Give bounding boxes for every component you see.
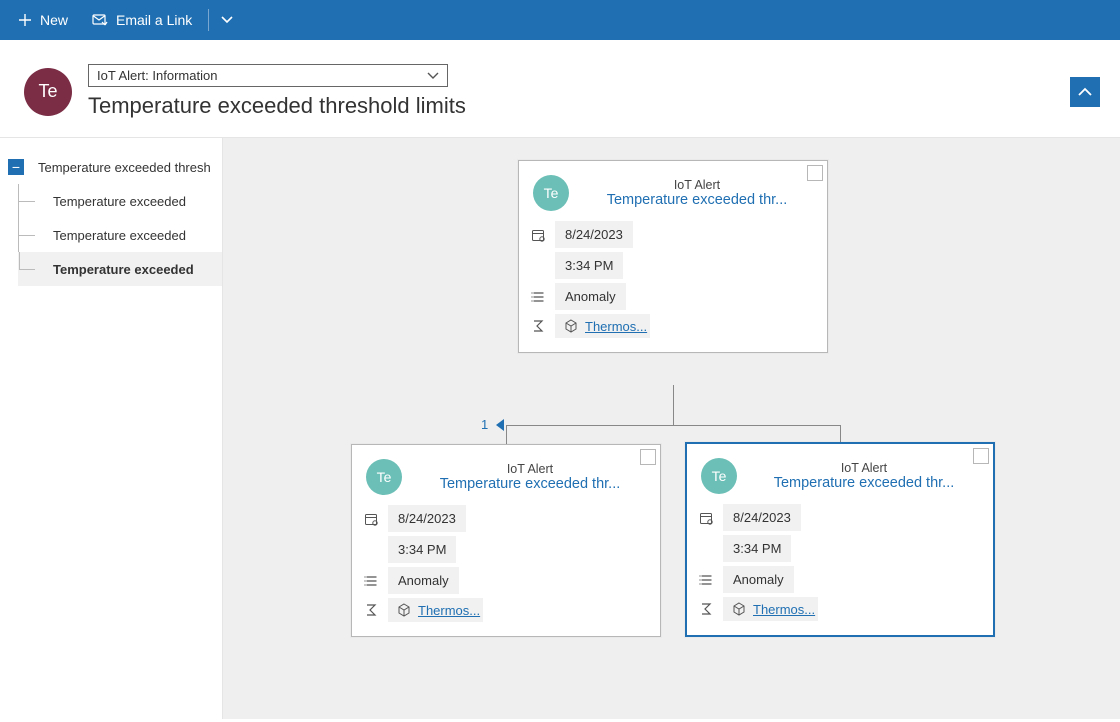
select-checkbox[interactable] [640,449,656,465]
card-date: 8/24/2023 [555,221,633,248]
hierarchy-card-parent[interactable]: Te IoT Alert Temperature exceeded thr...… [518,160,828,353]
tree-child-label: Temperature exceeded [47,228,186,243]
card-time: 3:34 PM [388,536,456,563]
sibling-count: 1 [481,417,488,432]
card-avatar-initials: Te [712,468,727,484]
card-title[interactable]: Temperature exceeded thr... [749,475,979,491]
card-row-device: Thermos... [697,595,983,623]
hierarchy-card-child-selected[interactable]: Te IoT Alert Temperature exceeded thr...… [685,442,995,637]
more-commands-button[interactable] [215,0,239,40]
tree-root[interactable]: − Temperature exceeded thresh [0,150,222,184]
new-button[interactable]: New [8,0,78,40]
card-date: 8/24/2023 [723,504,801,531]
card-row-category: Anomaly [529,281,817,312]
cube-icon [563,318,579,334]
card-avatar: Te [366,459,402,495]
card-entity-type: IoT Alert [749,461,979,475]
card-entity-type: IoT Alert [581,178,813,192]
tree-child[interactable]: Temperature exceeded [18,218,222,252]
card-device-link[interactable]: Thermos... [585,319,647,334]
collapse-icon[interactable]: − [8,159,24,175]
card-row-time: 3:34 PM [697,533,983,564]
sigma-icon [362,604,380,616]
list-icon [362,575,380,587]
cube-icon [396,602,412,618]
record-title: Temperature exceeded threshold limits [88,93,1054,119]
select-checkbox[interactable] [973,448,989,464]
card-entity-type: IoT Alert [414,462,646,476]
card-row-date: 8/24/2023 [362,503,650,534]
select-checkbox[interactable] [807,165,823,181]
list-icon [529,291,547,303]
tree-child[interactable]: Temperature exceeded [18,184,222,218]
list-icon [697,574,715,586]
page-left-icon[interactable] [496,419,504,431]
card-row-date: 8/24/2023 [697,502,983,533]
command-separator [208,9,209,31]
email-link-button[interactable]: Email a Link [82,0,202,40]
tree-child-label: Temperature exceeded [47,194,186,209]
sigma-icon [529,320,547,332]
connector [506,425,507,445]
email-link-label: Email a Link [116,12,192,28]
card-time: 3:34 PM [555,252,623,279]
connector [673,385,674,425]
card-device-pill: Thermos... [723,597,818,621]
card-title[interactable]: Temperature exceeded thr... [414,476,646,492]
calendar-icon [697,511,715,525]
sibling-pager: 1 [481,417,504,432]
sigma-icon [697,603,715,615]
card-avatar-initials: Te [377,469,392,485]
hierarchy-tree-pane: − Temperature exceeded thresh Temperatur… [0,138,223,719]
form-selector[interactable]: IoT Alert: Information [88,64,448,87]
hierarchy-canvas[interactable]: 1 Te IoT Alert Temperature exceeded thr.… [223,138,1120,719]
calendar-icon [529,228,547,242]
card-time: 3:34 PM [723,535,791,562]
tree-child[interactable]: Temperature exceeded [18,252,222,286]
card-device-pill: Thermos... [555,314,650,338]
card-device-link[interactable]: Thermos... [753,602,815,617]
card-row-time: 3:34 PM [362,534,650,565]
email-link-icon [92,14,108,26]
card-device-link[interactable]: Thermos... [418,603,480,618]
card-row-category: Anomaly [697,564,983,595]
hierarchy-card-child[interactable]: Te IoT Alert Temperature exceeded thr...… [351,444,661,637]
body: − Temperature exceeded thresh Temperatur… [0,137,1120,719]
card-category: Anomaly [388,567,459,594]
tree-root-label: Temperature exceeded thresh [32,160,211,175]
card-category: Anomaly [723,566,794,593]
card-row-device: Thermos... [529,312,817,340]
chevron-down-icon [221,16,233,24]
card-row-category: Anomaly [362,565,650,596]
chevron-up-icon [1078,87,1092,96]
command-bar: New Email a Link [0,0,1120,40]
card-category: Anomaly [555,283,626,310]
record-header: Te IoT Alert: Information Temperature ex… [0,40,1120,137]
card-title[interactable]: Temperature exceeded thr... [581,192,813,208]
new-button-label: New [40,12,68,28]
tree-child-label: Temperature exceeded [47,262,194,277]
card-avatar: Te [701,458,737,494]
card-avatar-initials: Te [544,185,559,201]
record-avatar: Te [24,68,72,116]
calendar-icon [362,512,380,526]
chevron-down-icon [427,72,439,80]
card-device-pill: Thermos... [388,598,483,622]
form-selector-label: IoT Alert: Information [97,68,217,83]
cube-icon [731,601,747,617]
card-header: Te IoT Alert Temperature exceeded thr... [352,445,660,503]
connector [506,425,840,426]
collapse-panel-button[interactable] [1070,77,1100,107]
plus-icon [18,13,32,27]
record-avatar-initials: Te [38,81,57,102]
card-avatar: Te [533,175,569,211]
card-header: Te IoT Alert Temperature exceeded thr... [687,444,993,502]
record-header-main: IoT Alert: Information Temperature excee… [88,64,1054,119]
card-date: 8/24/2023 [388,505,466,532]
card-row-device: Thermos... [362,596,650,624]
card-header: Te IoT Alert Temperature exceeded thr... [519,161,827,219]
card-row-time: 3:34 PM [529,250,817,281]
card-row-date: 8/24/2023 [529,219,817,250]
